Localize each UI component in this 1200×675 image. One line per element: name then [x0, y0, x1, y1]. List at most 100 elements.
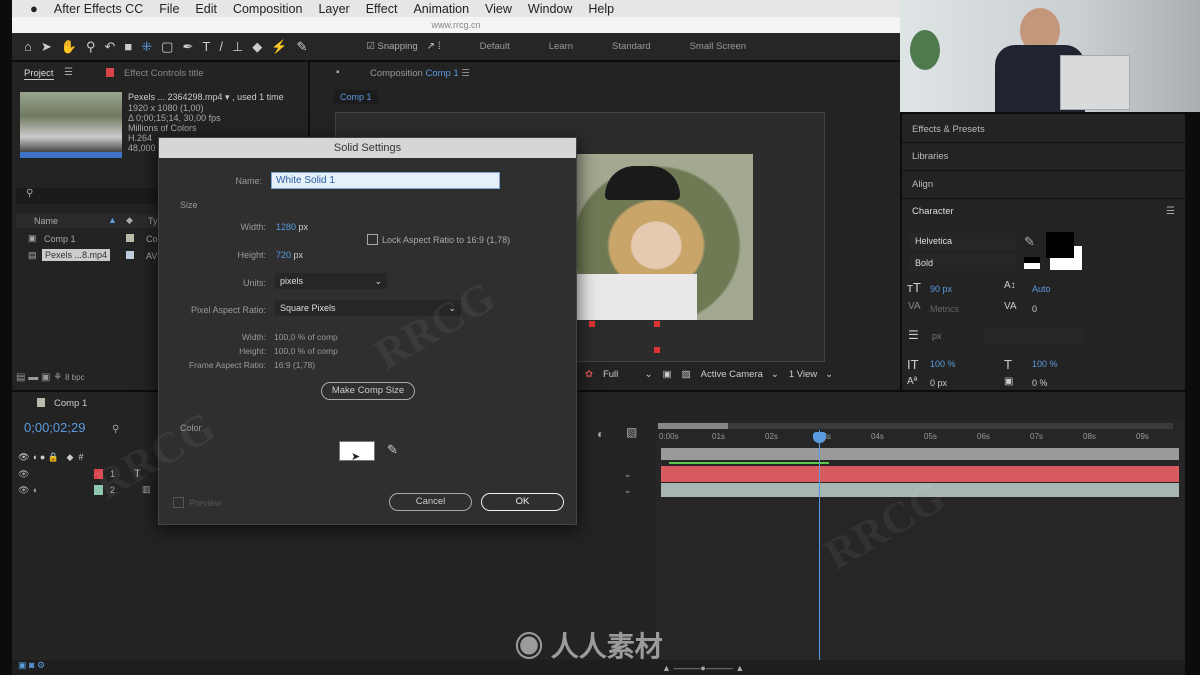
rectangle-tool-icon[interactable]: ▢ — [161, 39, 173, 55]
font-size-value[interactable]: 90 px — [930, 284, 952, 294]
units-dropdown[interactable]: pixels ⌄ — [275, 273, 387, 289]
workspace-small-screen[interactable]: Small Screen — [690, 41, 747, 52]
menu-animation[interactable]: Animation — [413, 2, 469, 16]
type-tool-icon[interactable]: T — [202, 39, 210, 54]
mode-dropdown[interactable]: ⌄ — [624, 485, 632, 496]
panel-character[interactable]: Character — [912, 206, 954, 217]
snapping-checkbox[interactable]: ☑ Snapping — [366, 41, 417, 52]
render-icon[interactable]: ▣ ◙ ⚙ — [18, 660, 45, 670]
leading-value[interactable]: Auto — [1032, 284, 1051, 294]
visibility-icon[interactable]: 👁 ◖ — [18, 485, 37, 496]
stroke-width-value[interactable]: px — [932, 331, 942, 341]
panel-menu-icon[interactable]: ☰ — [64, 67, 73, 78]
workspace-default[interactable]: Default — [480, 41, 510, 52]
sort-icon[interactable]: ▲ — [108, 215, 117, 225]
baseline-shift-value[interactable]: 0 px — [930, 378, 947, 388]
layer-bar-video[interactable] — [661, 483, 1179, 497]
kerning-value[interactable]: Metrics — [930, 304, 959, 314]
label-icon[interactable]: ◆ — [126, 215, 133, 226]
rotate-tool-icon[interactable]: ↶ — [104, 39, 115, 55]
resolution-dropdown[interactable]: Full ⌄ — [603, 369, 653, 380]
zoom-slider[interactable]: ▲ ———●——— ▲ — [662, 663, 744, 673]
time-ruler[interactable]: 0:00s01s02s03s04s05s06s07s08s09s — [655, 430, 1185, 446]
menu-window[interactable]: Window — [528, 2, 572, 16]
hand-tool-icon[interactable]: ✋ — [61, 39, 77, 55]
eraser-icon[interactable]: ◆ — [252, 39, 262, 55]
work-area-bar[interactable] — [661, 448, 1179, 460]
menu-view[interactable]: View — [485, 2, 512, 16]
transparency-grid-icon[interactable]: ▨ — [682, 369, 691, 380]
pen-tool-icon[interactable]: ✒ — [182, 39, 193, 55]
tsume-value[interactable]: 0 % — [1032, 378, 1048, 388]
lock-aspect-label[interactable]: Lock Aspect Ratio to 16:9 (1,78) — [382, 235, 510, 245]
new-comp-icon[interactable]: ▣ — [41, 372, 50, 383]
color-depth-icon[interactable]: ⚘ — [53, 372, 62, 383]
horizontal-scale-value[interactable]: 100 % — [1032, 359, 1058, 369]
eyedropper-icon[interactable]: ✎ — [387, 442, 398, 458]
preview-label[interactable]: Preview — [189, 498, 221, 508]
interpret-footage-icon[interactable]: ▤ — [16, 372, 25, 383]
timeline-area[interactable]: 0:00s01s02s03s04s05s06s07s08s09s — [655, 420, 1185, 660]
height-input[interactable]: 720 px — [276, 250, 303, 260]
name-input[interactable]: White Solid 1 — [271, 172, 500, 189]
workspace-learn[interactable]: Learn — [549, 41, 573, 52]
anchor-point[interactable] — [589, 321, 595, 327]
brush-tool-icon[interactable]: / — [219, 39, 223, 54]
font-family-dropdown[interactable]: Helvetica — [910, 233, 1016, 249]
menu-help[interactable]: Help — [588, 2, 614, 16]
snap-icon[interactable]: ↗ ⁞ — [427, 41, 441, 52]
puppet-pin-icon[interactable]: ✎ — [296, 39, 307, 55]
visibility-icon[interactable]: 👁 — [18, 469, 29, 480]
column-name[interactable]: Name — [34, 216, 58, 226]
apple-icon[interactable]: ● — [30, 1, 38, 16]
camera-dropdown[interactable]: Active Camera ⌄ — [701, 369, 779, 380]
layer-label[interactable] — [94, 469, 103, 479]
color-channels-icon[interactable]: ✿ — [585, 369, 593, 380]
anchor-point[interactable] — [654, 347, 660, 353]
eyedropper-icon[interactable]: ✎ — [1024, 234, 1035, 250]
clone-stamp-icon[interactable]: ⊥ — [232, 39, 243, 55]
tab-composition[interactable]: Composition Comp 1 ☰ — [370, 68, 470, 79]
playhead-handle[interactable] — [813, 432, 826, 443]
tracking-value[interactable]: 0 — [1032, 304, 1037, 314]
panel-libraries[interactable]: Libraries — [912, 151, 948, 162]
zoom-tool-icon[interactable]: ⚲ — [86, 39, 96, 55]
panel-effects-presets[interactable]: Effects & Presets — [912, 124, 985, 135]
views-dropdown[interactable]: 1 View ⌄ — [789, 369, 833, 380]
menu-composition[interactable]: Composition — [233, 2, 302, 16]
subtab-comp[interactable]: Comp 1 — [334, 90, 378, 104]
menu-effect[interactable]: Effect — [366, 2, 398, 16]
tab-timeline-comp[interactable]: Comp 1 — [54, 398, 87, 409]
default-colors-icon[interactable] — [1024, 257, 1040, 269]
ok-button[interactable]: OK — [481, 493, 564, 511]
playhead[interactable] — [819, 430, 820, 660]
make-comp-size-button[interactable]: Make Comp Size — [321, 382, 415, 400]
menu-app[interactable]: After Effects CC — [54, 2, 143, 16]
panel-align[interactable]: Align — [912, 179, 933, 190]
anchor-point[interactable] — [654, 321, 660, 327]
roto-brush-icon[interactable]: ⚡ — [271, 39, 287, 55]
work-area-navigator[interactable] — [658, 423, 1173, 429]
tab-effect-controls[interactable]: Effect Controls title — [124, 68, 204, 79]
lock-aspect-checkbox[interactable] — [367, 234, 378, 245]
camera-tool-icon[interactable]: ■ — [124, 39, 132, 54]
menu-file[interactable]: File — [159, 2, 179, 16]
menu-edit[interactable]: Edit — [195, 2, 217, 16]
new-folder-icon[interactable]: ▬ — [28, 372, 38, 383]
selection-tool-icon[interactable]: ➤ — [41, 39, 52, 55]
preview-checkbox[interactable] — [173, 497, 184, 508]
fill-color-swatch[interactable] — [1046, 232, 1074, 258]
tab-project[interactable]: Project — [24, 68, 54, 80]
graph-editor-icon[interactable]: ▧ — [626, 425, 637, 439]
vertical-scale-value[interactable]: 100 % — [930, 359, 956, 369]
home-icon[interactable]: ⌂ — [24, 39, 32, 54]
stroke-type-dropdown[interactable] — [984, 328, 1084, 344]
pan-behind-tool-icon[interactable]: ⁜ — [141, 39, 152, 55]
bpc-label[interactable]: 8 bpc — [65, 373, 85, 382]
column-type[interactable]: Ty — [148, 216, 158, 226]
navigator-range[interactable] — [658, 423, 728, 429]
timecode[interactable]: 0;00;02;29 — [24, 420, 85, 435]
cancel-button[interactable]: Cancel — [389, 493, 472, 511]
motion-blur-icon[interactable]: ◐ — [597, 427, 604, 441]
region-icon[interactable]: ▣ — [663, 369, 672, 380]
